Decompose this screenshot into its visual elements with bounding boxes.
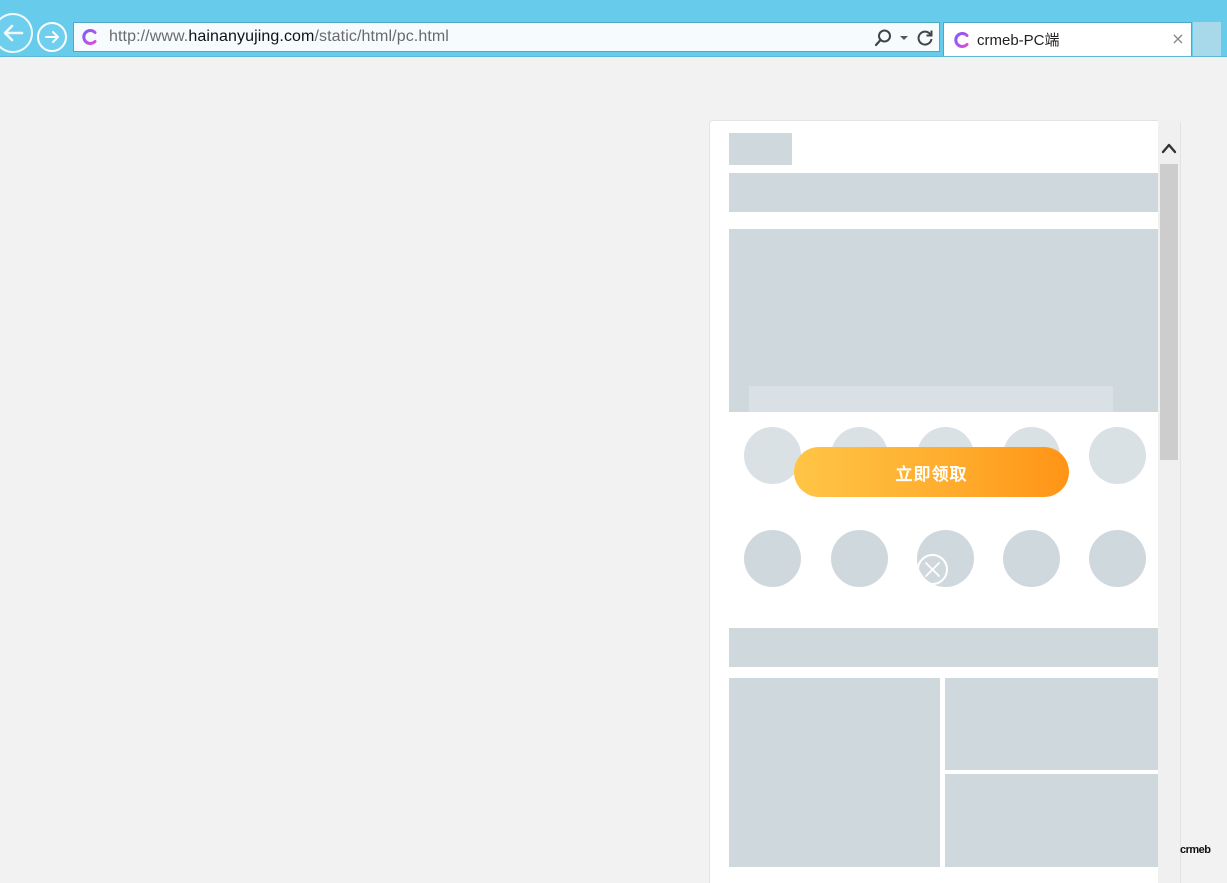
tab-crmeb[interactable]: crmeb-PC端 × — [943, 22, 1192, 56]
skeleton-section-header — [729, 628, 1158, 667]
new-tab-area[interactable] — [1193, 22, 1221, 56]
brand-watermark: crmeb — [1180, 844, 1211, 856]
tab-title: crmeb-PC端 — [977, 32, 1060, 49]
skeleton-banner — [729, 229, 1158, 412]
skeleton-nav-icon — [744, 427, 801, 484]
skeleton-logo — [729, 133, 792, 165]
skeleton-card-small — [945, 774, 1158, 867]
scroll-up-button[interactable] — [1158, 137, 1180, 159]
tab-close-button[interactable]: × — [1171, 30, 1185, 48]
chevron-down-icon[interactable] — [899, 28, 909, 48]
skeleton-nav-icon — [831, 530, 888, 587]
claim-coupon-button[interactable]: 立即领取 — [794, 447, 1069, 497]
forward-button[interactable] — [37, 22, 67, 52]
browser-toolbar: http://www.hainanyujing.com/static/html/… — [0, 0, 1227, 57]
scrollbar-thumb[interactable] — [1160, 164, 1178, 460]
skeleton-nav-icon — [1089, 427, 1146, 484]
arrow-left-icon — [3, 24, 24, 42]
skeleton-card-large — [729, 678, 940, 867]
arrow-right-icon — [45, 31, 59, 43]
crmeb-favicon-icon — [82, 29, 97, 45]
address-bar[interactable]: http://www.hainanyujing.com/static/html/… — [73, 22, 940, 52]
refresh-icon[interactable] — [915, 28, 935, 48]
search-icon[interactable] — [873, 28, 893, 48]
skeleton-banner-caption — [749, 386, 1113, 412]
skeleton-card-small — [945, 678, 1158, 770]
skeleton-nav-icon — [1089, 530, 1146, 587]
back-button[interactable] — [0, 13, 33, 53]
url-text: http://www.hainanyujing.com/static/html/… — [109, 28, 449, 45]
crmeb-tab-favicon-icon — [954, 31, 969, 48]
chevron-up-icon — [1161, 143, 1177, 154]
skeleton-nav-icon — [1003, 530, 1060, 587]
popup-close-button[interactable] — [917, 554, 948, 585]
skeleton-nav-icon — [744, 530, 801, 587]
address-tools — [873, 27, 935, 49]
skeleton-search-bar — [729, 173, 1158, 212]
close-icon — [925, 562, 940, 577]
